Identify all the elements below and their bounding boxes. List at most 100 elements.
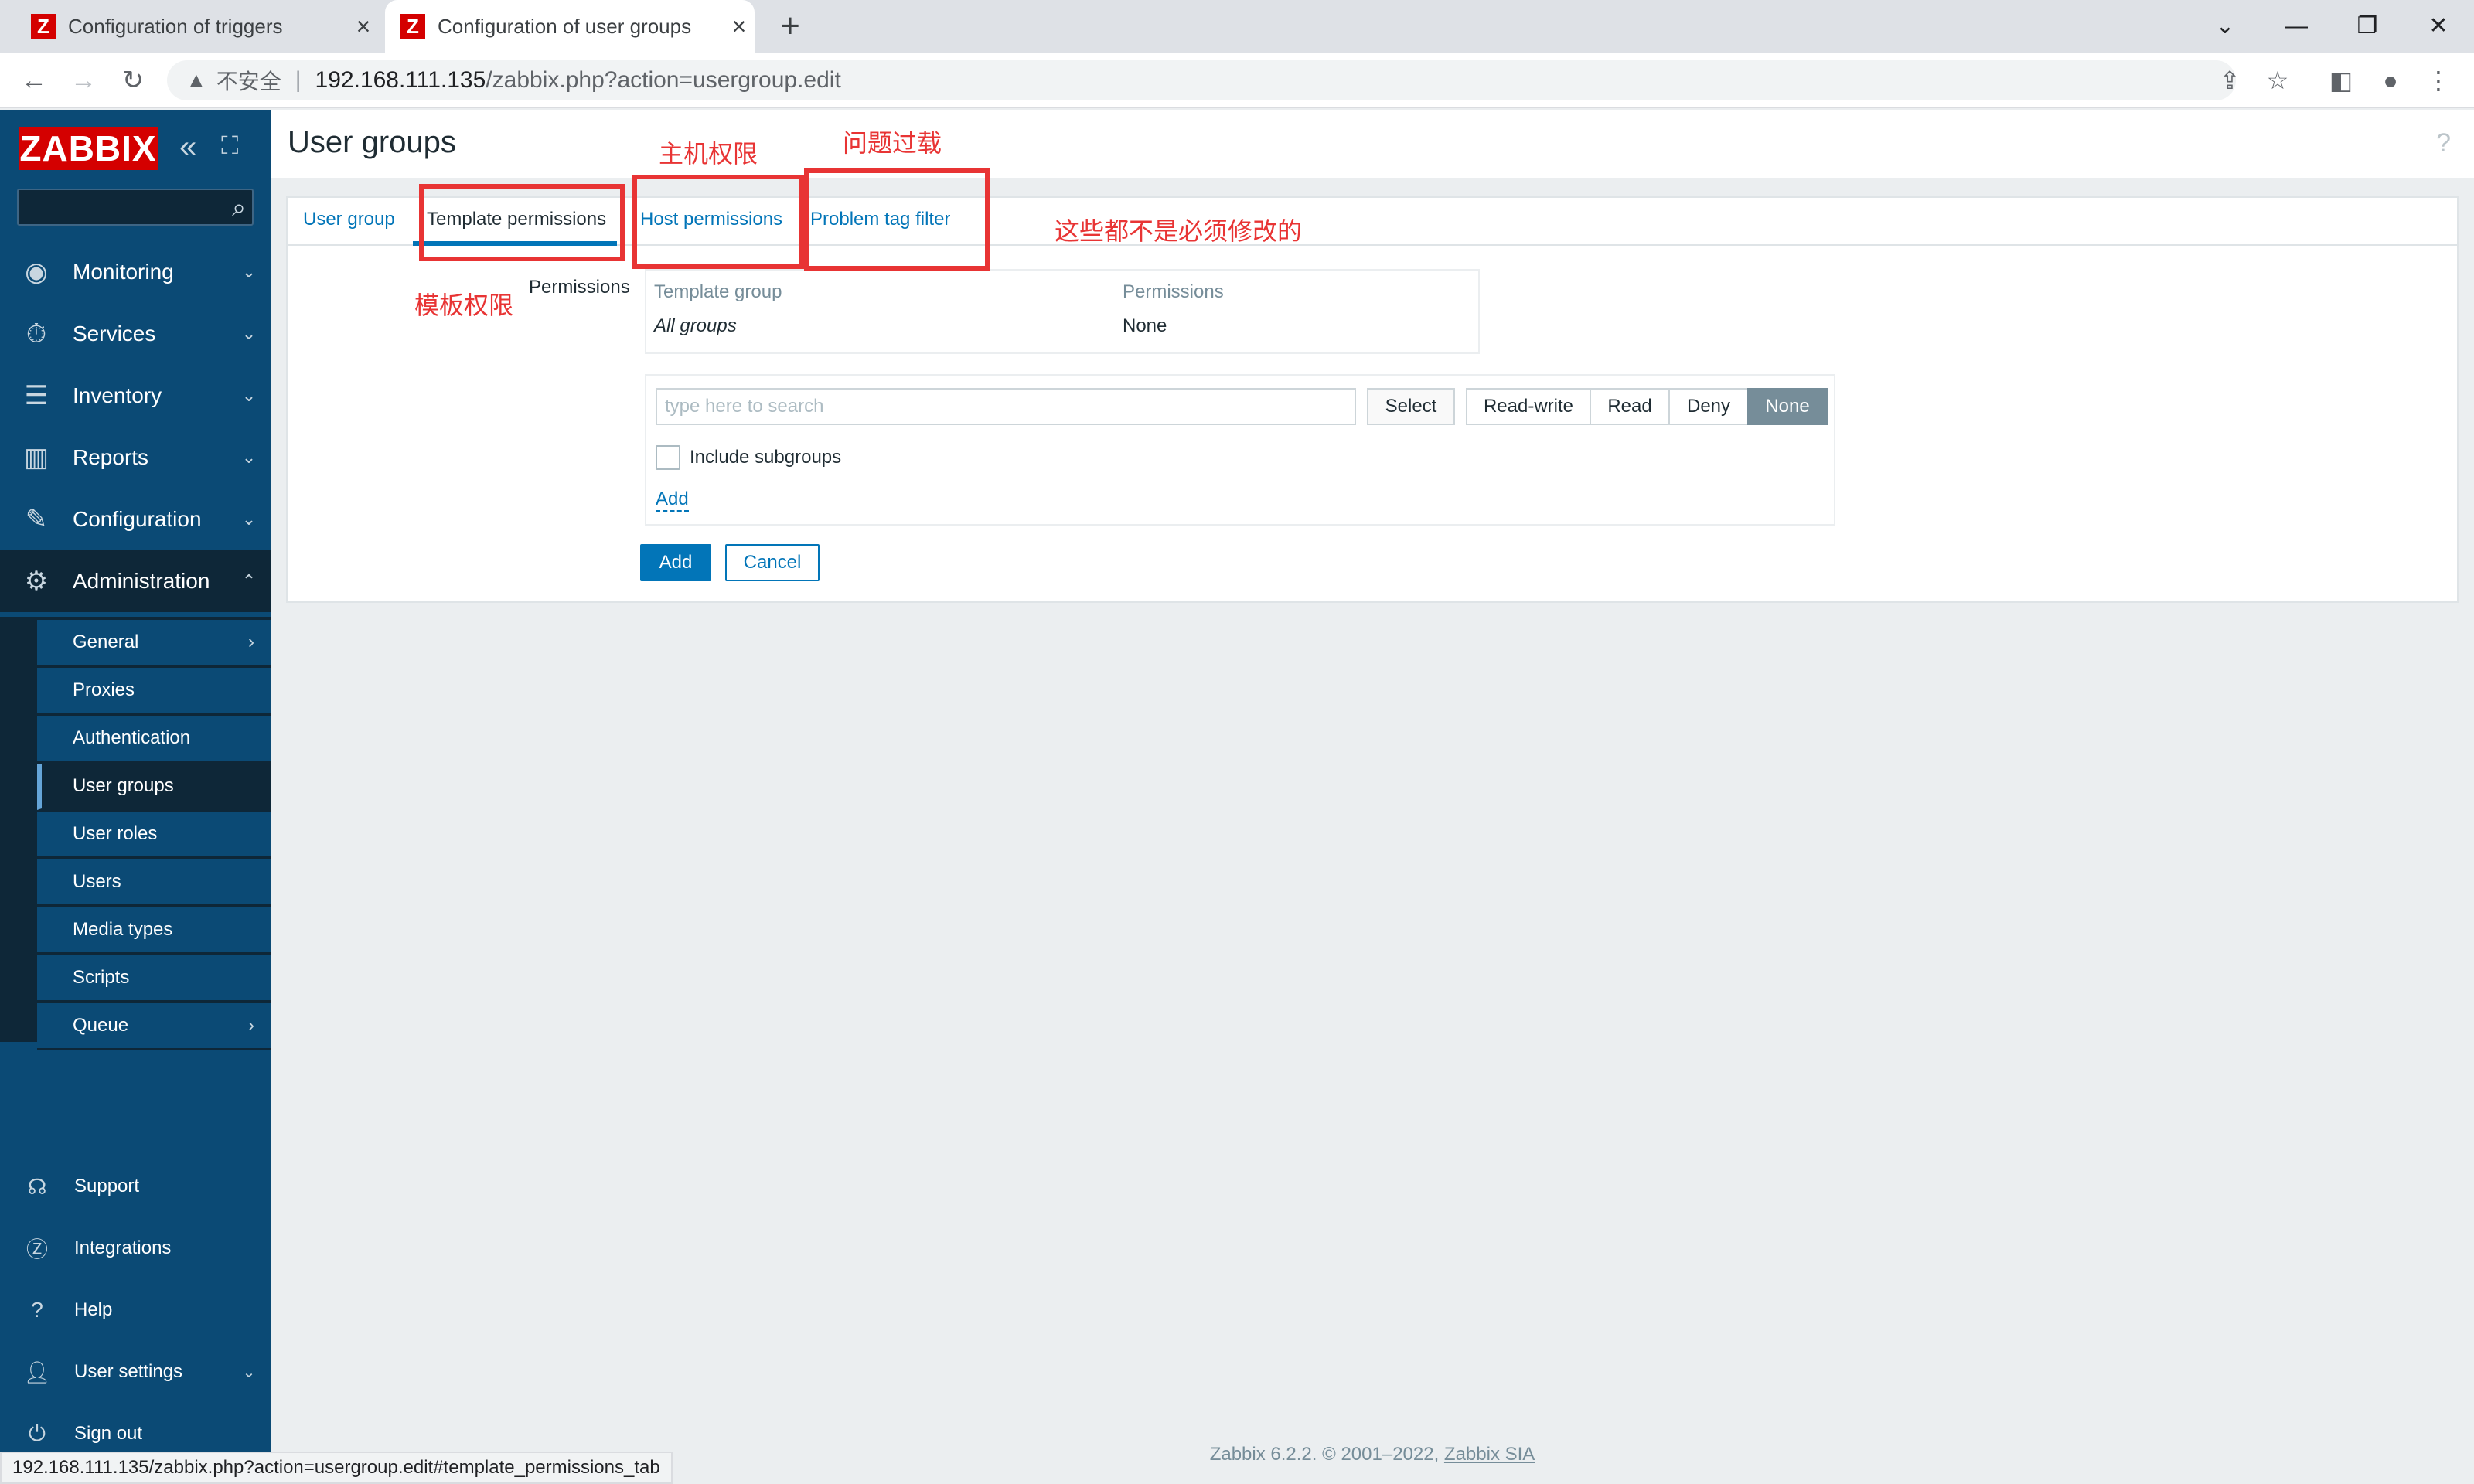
- kiosk-mode-icon[interactable]: ⛶: [221, 131, 238, 161]
- menu-label: Reports: [73, 445, 149, 469]
- menu-inventory[interactable]: ☰ Inventory ⌄: [0, 365, 271, 427]
- administration-submenu: General › Proxies Authentication User gr…: [0, 617, 271, 1050]
- forward-arrow-icon[interactable]: →: [65, 62, 102, 99]
- submenu-item-general[interactable]: General ›: [37, 620, 271, 666]
- permission-none-option[interactable]: None: [1747, 388, 1828, 425]
- submenu-label: User roles: [73, 823, 158, 844]
- side-panel-icon[interactable]: ◧: [2321, 60, 2361, 100]
- warning-triangle-icon: ▲: [186, 68, 207, 92]
- submenu-item-scripts[interactable]: Scripts: [37, 955, 271, 1002]
- column-header-template-group: Template group: [654, 281, 782, 302]
- submenu-item-authentication[interactable]: Authentication: [37, 716, 271, 762]
- chevron-down-icon: ⌄: [241, 324, 257, 343]
- chevron-down-icon: ⌄: [241, 262, 257, 281]
- close-window-button[interactable]: ✕: [2415, 6, 2462, 46]
- menu-help[interactable]: ? Help: [0, 1283, 271, 1337]
- address-bar[interactable]: ▲ 不安全 | 192.168.111.135 /zabbix.php?acti…: [167, 60, 2236, 100]
- column-header-permissions: Permissions: [1123, 281, 1224, 302]
- menu-configuration[interactable]: ✎ Configuration ⌄: [0, 488, 271, 550]
- annotation-box-template: [419, 184, 625, 261]
- include-subgroups-checkbox[interactable]: [656, 445, 680, 470]
- submenu-item-user-groups[interactable]: User groups: [37, 764, 271, 810]
- profile-avatar-icon[interactable]: ●: [2370, 60, 2411, 100]
- select-button[interactable]: Select: [1367, 388, 1455, 425]
- eye-icon: ◉: [25, 257, 48, 287]
- cell-permission: None: [1123, 315, 1167, 336]
- more-menu-icon[interactable]: ⋮: [2418, 60, 2459, 100]
- page-header: User groups ?: [271, 110, 2474, 178]
- submenu-item-proxies[interactable]: Proxies: [37, 668, 271, 714]
- menu-user-settings[interactable]: 👤︎ User settings ⌄: [0, 1345, 271, 1399]
- share-icon[interactable]: ⇪: [2210, 60, 2250, 100]
- tab-close-icon[interactable]: ×: [724, 12, 755, 41]
- list-icon: ☰: [24, 381, 49, 410]
- reload-icon[interactable]: ↻: [114, 62, 152, 99]
- help-question-icon[interactable]: ?: [2436, 128, 2451, 158]
- permission-read-option[interactable]: Read: [1590, 388, 1670, 425]
- menu-services[interactable]: ⏱ Services ⌄: [0, 303, 271, 365]
- search-icon[interactable]: ⌕: [232, 193, 246, 223]
- submenu-label: Authentication: [73, 727, 191, 748]
- menu-monitoring[interactable]: ◉ Monitoring ⌄: [0, 241, 271, 303]
- annotation-host-permissions: 主机权限: [659, 139, 758, 168]
- security-label[interactable]: 不安全: [216, 65, 281, 96]
- menu-support[interactable]: ☊ Support: [0, 1159, 271, 1213]
- submenu-label: Queue: [73, 1015, 129, 1036]
- permission-deny-option[interactable]: Deny: [1668, 388, 1749, 425]
- tab-search-icon[interactable]: ⌄: [2202, 6, 2248, 46]
- template-group-search-input[interactable]: type here to search: [656, 388, 1356, 425]
- zabbix-favicon-icon: Z: [400, 14, 425, 39]
- submenu-label: Proxies: [73, 679, 135, 700]
- permissions-label: Permissions: [529, 277, 630, 298]
- chevron-down-icon: ⌄: [241, 509, 257, 529]
- sidebar-search-input[interactable]: ⌕: [17, 189, 254, 226]
- chevron-right-icon: ›: [248, 631, 254, 652]
- zabbix-icon: Ⓩ: [26, 1237, 48, 1261]
- menu-reports[interactable]: ▥ Reports ⌄: [0, 427, 271, 488]
- footer-link[interactable]: Zabbix SIA: [1444, 1444, 1535, 1465]
- tab-title: Configuration of user groups: [438, 14, 692, 38]
- tab-close-icon[interactable]: ×: [348, 12, 379, 41]
- headset-icon: ☊: [27, 1174, 47, 1199]
- cancel-button[interactable]: Cancel: [725, 544, 820, 581]
- add-permission-link[interactable]: Add: [656, 488, 689, 512]
- chevron-right-icon: ›: [248, 1015, 254, 1036]
- cell-template-group: All groups: [654, 315, 737, 336]
- menu-administration[interactable]: ⚙ Administration ⌃: [0, 550, 271, 612]
- annotation-template-permissions: 模板权限: [414, 291, 514, 320]
- collapse-sidebar-icon[interactable]: «: [179, 130, 196, 165]
- zabbix-logo[interactable]: ZABBIX: [19, 127, 158, 170]
- user-icon: 👤︎: [23, 1360, 51, 1384]
- submenu-label: User groups: [73, 775, 174, 796]
- add-permission-form: type here to search Select Read-write Re…: [645, 374, 1835, 526]
- restore-button[interactable]: ❐: [2344, 6, 2391, 46]
- minimize-button[interactable]: —: [2273, 6, 2319, 46]
- add-button[interactable]: Add: [640, 544, 711, 581]
- submenu-item-users[interactable]: Users: [37, 859, 271, 906]
- submenu-label: Scripts: [73, 967, 130, 988]
- browser-toolbar: ← → ↻ ▲ 不安全 | 192.168.111.135 /zabbix.ph…: [0, 53, 2474, 108]
- chevron-down-icon: ⌄: [241, 448, 257, 467]
- tab-user-group[interactable]: User group: [303, 209, 395, 230]
- submenu-item-queue[interactable]: Queue ›: [37, 1003, 271, 1050]
- back-arrow-icon[interactable]: ←: [15, 62, 53, 99]
- submenu-label: General: [73, 631, 139, 652]
- annotation-box-problem-tag: [804, 168, 990, 271]
- menu-integrations[interactable]: Ⓩ Integrations: [0, 1221, 271, 1275]
- new-tab-button[interactable]: +: [770, 6, 810, 46]
- permission-read-write-option[interactable]: Read-write: [1466, 388, 1591, 425]
- annotation-not-required: 这些都不是必须修改的: [1055, 216, 1303, 246]
- bookmark-star-icon[interactable]: ☆: [2258, 60, 2298, 100]
- browser-tab-user-groups[interactable]: Z Configuration of user groups ×: [385, 0, 755, 53]
- url-path: /zabbix.php?action=usergroup.edit: [486, 67, 841, 93]
- menu-label: Help: [74, 1299, 113, 1320]
- submenu-item-user-roles[interactable]: User roles: [37, 812, 271, 858]
- chevron-up-icon: ⌃: [241, 571, 257, 591]
- include-subgroups-label[interactable]: Include subgroups: [690, 447, 841, 468]
- menu-label: Monitoring: [73, 260, 174, 284]
- url-host: 192.168.111.135: [315, 67, 486, 93]
- menu-label: Services: [73, 322, 156, 345]
- browser-tab-triggers[interactable]: Z Configuration of triggers ×: [15, 0, 379, 53]
- menu-label: Inventory: [73, 383, 162, 407]
- submenu-item-media-types[interactable]: Media types: [37, 907, 271, 954]
